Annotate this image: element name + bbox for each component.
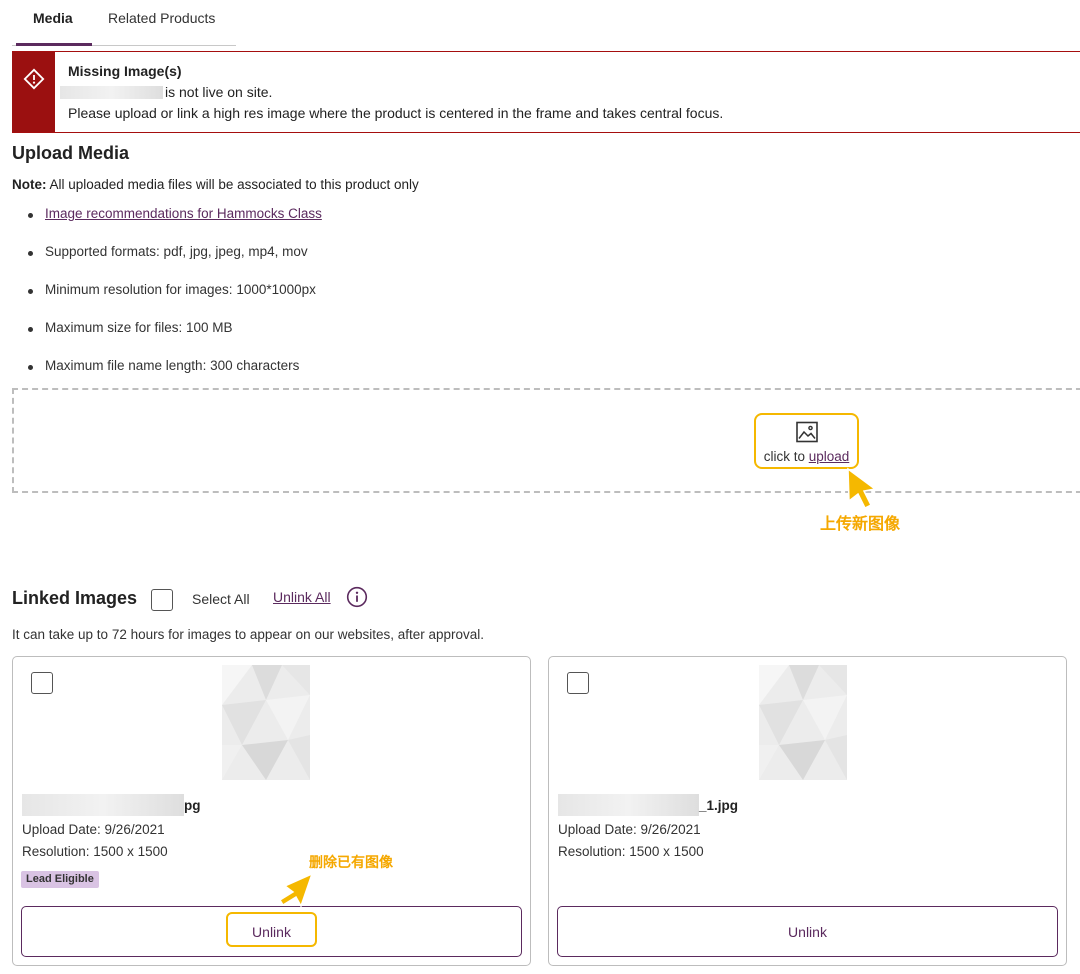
upload-link[interactable]: upload <box>809 449 850 464</box>
list-item: Maximum size for files: 100 MB <box>28 320 322 358</box>
annotation-delete-existing: 删除已有图像 <box>309 854 393 870</box>
redacted-filename <box>558 794 699 816</box>
bullet <box>28 327 33 332</box>
active-tab-indicator <box>16 43 92 46</box>
note-text: All uploaded media files will be associa… <box>46 177 419 192</box>
alert-title: Missing Image(s) <box>68 63 182 79</box>
list-item: Minimum resolution for images: 1000*1000… <box>28 282 322 320</box>
tab-media[interactable]: Media <box>33 10 73 26</box>
tab-related-products[interactable]: Related Products <box>108 10 215 26</box>
linked-images-heading: Linked Images <box>12 588 138 608</box>
lead-eligible-badge: Lead Eligible <box>21 871 99 888</box>
alert-status-text: is not live on site. <box>165 84 273 100</box>
bullet <box>28 213 33 218</box>
unlink-button[interactable]: Unlink <box>21 906 522 957</box>
tab-bar: Media Related Products <box>12 0 236 46</box>
alert-side-bar <box>12 52 55 132</box>
upload-note: Note: All uploaded media files will be a… <box>12 177 419 192</box>
select-all-label: Select All <box>192 591 250 607</box>
image-thumbnail[interactable] <box>222 665 310 780</box>
upload-date: Upload Date: 9/26/2021 <box>558 822 701 837</box>
image-filename: pg <box>22 794 201 816</box>
annotation-arrow-icon <box>847 467 877 510</box>
linked-image-card: pg Upload Date: 9/26/2021 Resolution: 15… <box>12 656 531 966</box>
bullet <box>28 365 33 370</box>
bullet <box>28 251 33 256</box>
select-all-checkbox[interactable] <box>151 589 173 611</box>
upload-date: Upload Date: 9/26/2021 <box>22 822 165 837</box>
info-icon[interactable] <box>346 586 368 608</box>
annotation-upload-new: 上传新图像 <box>820 516 901 533</box>
image-icon <box>756 421 857 448</box>
redacted-product-name <box>60 85 163 99</box>
media-requirements-list: Image recommendations for Hammocks Class… <box>28 206 322 396</box>
redacted-filename <box>22 794 184 816</box>
image-thumbnail[interactable] <box>759 665 847 780</box>
image-filename: _1.jpg <box>558 794 738 816</box>
resolution: Resolution: 1500 x 1500 <box>22 844 168 859</box>
annotation-arrow-icon <box>278 872 314 908</box>
upload-media-heading: Upload Media <box>12 143 130 163</box>
click-to-upload-button[interactable]: click to upload <box>754 413 859 469</box>
image-select-checkbox[interactable] <box>567 672 589 694</box>
missing-image-alert: Missing Image(s) is not live on site. Pl… <box>12 51 1080 133</box>
requirement-text: Supported formats: pdf, jpg, jpeg, mp4, … <box>45 244 308 259</box>
list-item: Supported formats: pdf, jpg, jpeg, mp4, … <box>28 244 322 282</box>
requirement-text: Maximum size for files: 100 MB <box>45 320 233 335</box>
upload-dropzone[interactable] <box>12 388 1080 493</box>
unlink-all-link[interactable]: Unlink All <box>273 589 331 605</box>
alert-product-status: is not live on site. <box>60 84 272 100</box>
resolution: Resolution: 1500 x 1500 <box>558 844 704 859</box>
requirement-text: Maximum file name length: 300 characters <box>45 358 300 373</box>
unlink-button[interactable]: Unlink <box>557 906 1058 957</box>
click-to-upload-label: click to upload <box>763 449 850 464</box>
linked-image-card: _1.jpg Upload Date: 9/26/2021 Resolution… <box>548 656 1067 966</box>
image-select-checkbox[interactable] <box>31 672 53 694</box>
requirement-text: Minimum resolution for images: 1000*1000… <box>45 282 316 297</box>
warning-diamond-icon <box>23 68 44 90</box>
image-recommendations-link[interactable]: Image recommendations for Hammocks Class <box>45 206 322 221</box>
note-label: Note: <box>12 177 47 192</box>
list-item: Image recommendations for Hammocks Class <box>28 206 322 244</box>
alert-instructions: Please upload or link a high res image w… <box>68 105 724 121</box>
approval-note: It can take up to 72 hours for images to… <box>12 627 485 642</box>
bullet <box>28 289 33 294</box>
